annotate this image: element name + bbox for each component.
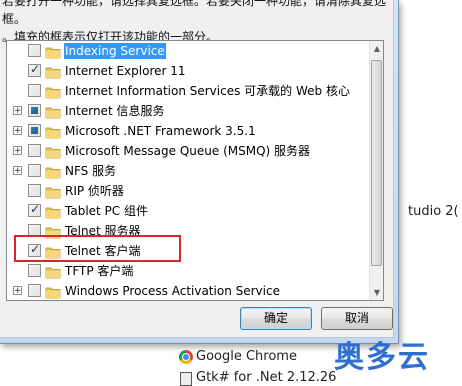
feature-label: Internet Explorer 11 — [65, 64, 186, 78]
folder-icon — [45, 284, 61, 299]
feature-label: Microsoft .NET Framework 3.5.1 — [65, 124, 256, 138]
desktop-background — [400, 0, 462, 340]
feature-row[interactable]: RIP 侦听器 — [7, 181, 369, 201]
feature-checkbox[interactable] — [28, 104, 41, 117]
feature-checkbox[interactable] — [28, 184, 41, 197]
expand-icon[interactable]: + — [13, 286, 22, 296]
feature-row[interactable]: Indexing Service — [7, 41, 369, 61]
feature-row[interactable]: + NFS 服务 — [7, 161, 369, 181]
windows-features-dialog: 若要打开一种功能，请选择其复选框。若要关闭一种功能，请清除其复选框。 。填充的框… — [0, 0, 399, 344]
feature-checkbox[interactable] — [28, 264, 41, 277]
feature-row[interactable]: Internet Explorer 11 — [7, 61, 369, 81]
folder-icon — [45, 164, 61, 179]
expand-icon[interactable]: + — [13, 106, 22, 116]
feature-label: Indexing Service — [64, 43, 166, 59]
feature-checkbox[interactable] — [28, 84, 41, 97]
folder-icon — [45, 124, 61, 139]
folder-icon — [45, 204, 61, 219]
feature-checkbox[interactable] — [28, 44, 41, 57]
dialog-body: 若要打开一种功能，请选择其复选框。若要关闭一种功能，请清除其复选框。 。填充的框… — [0, 0, 394, 338]
cancel-button[interactable]: 取消 — [321, 307, 393, 330]
feature-label: RIP 侦听器 — [65, 184, 124, 198]
feature-checkbox[interactable] — [28, 164, 41, 177]
expand-icon[interactable]: + — [13, 126, 22, 136]
feature-row[interactable]: TFTP 客户端 — [7, 261, 369, 281]
chrome-icon — [179, 350, 193, 364]
scroll-up-icon[interactable]: ▲ — [370, 41, 383, 56]
feature-checkbox[interactable] — [28, 124, 41, 137]
feature-label: NFS 服务 — [65, 164, 117, 178]
feature-label: Internet Information Services 可承载的 Web 核… — [65, 84, 350, 98]
instructions-line-1: 若要打开一种功能，请选择其复选框。若要关闭一种功能，请清除其复选框。 — [2, 0, 387, 26]
feature-label: TFTP 客户端 — [65, 264, 134, 278]
expand-icon[interactable]: + — [13, 166, 22, 176]
feature-row[interactable]: + Windows Process Activation Service — [7, 281, 369, 300]
scroll-thumb[interactable] — [371, 60, 382, 266]
feature-row[interactable]: + Microsoft Message Queue (MSMQ) 服务器 — [7, 141, 369, 161]
taskbar-item-chrome[interactable]: Google Chrome — [196, 349, 297, 364]
folder-icon — [45, 64, 61, 79]
folder-icon — [45, 44, 61, 59]
watermark-logo: 奥多云 — [334, 340, 430, 375]
ok-button[interactable]: 确定 — [240, 307, 312, 330]
vertical-scrollbar[interactable]: ▲ ▼ — [369, 41, 383, 300]
feature-checkbox[interactable] — [28, 202, 41, 217]
feature-row[interactable]: + Internet 信息服务 — [7, 101, 369, 121]
folder-icon — [45, 144, 61, 159]
folder-icon — [45, 84, 61, 99]
background-window-text: tudio 2( — [408, 204, 459, 219]
feature-row[interactable]: Tablet PC 组件 — [7, 201, 369, 221]
feature-checkbox[interactable] — [28, 284, 41, 297]
telnet-client-highlight-box — [14, 235, 181, 262]
scroll-down-icon[interactable]: ▼ — [370, 285, 383, 300]
gtk-app-icon — [180, 372, 192, 386]
expand-icon[interactable]: + — [13, 146, 22, 156]
folder-icon — [45, 104, 61, 119]
folder-icon — [45, 264, 61, 279]
folder-icon — [45, 184, 61, 199]
feature-label: Tablet PC 组件 — [65, 204, 148, 218]
feature-row[interactable]: + Microsoft .NET Framework 3.5.1 — [7, 121, 369, 141]
feature-label: Microsoft Message Queue (MSMQ) 服务器 — [65, 144, 311, 158]
feature-row[interactable]: Internet Information Services 可承载的 Web 核… — [7, 81, 369, 101]
feature-checkbox[interactable] — [28, 144, 41, 157]
feature-checkbox[interactable] — [28, 62, 41, 77]
feature-label: Internet 信息服务 — [65, 104, 165, 118]
feature-label: Windows Process Activation Service — [65, 284, 280, 298]
